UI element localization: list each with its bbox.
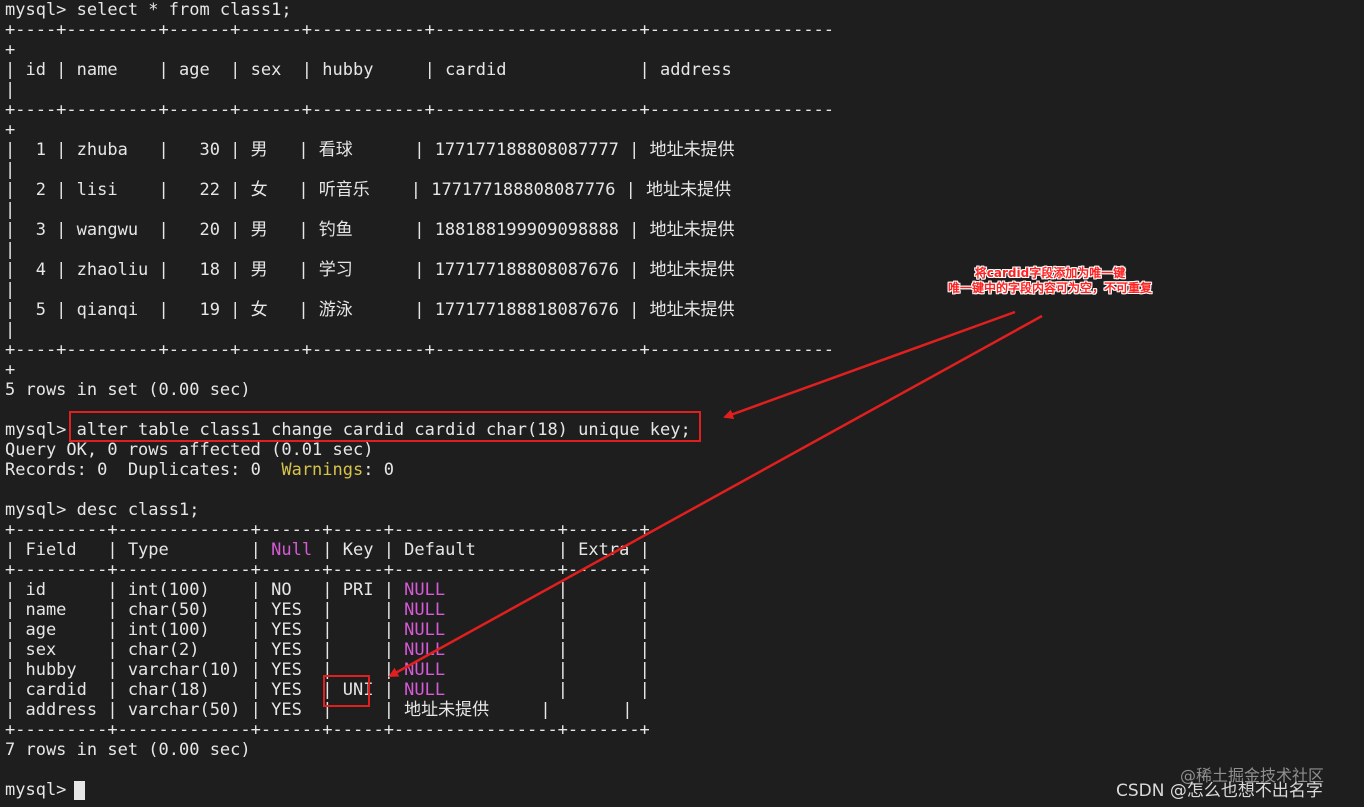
annotation-line-2: 唯一键中的字段内容可为空，不可重复 [947,281,1152,295]
csdn-watermark: CSDN @怎么也想不出名字 [1116,781,1323,801]
annotation-arrows [388,310,1043,678]
arrow-to-uni-key [388,314,1043,678]
arrow-to-alter-command [723,310,1016,419]
annotation-line-1: 将cardid字段添加为唯一键 [974,266,1126,280]
annotation-note: 将cardid字段添加为唯一键 唯一键中的字段内容可为空，不可重复 [905,266,1195,296]
